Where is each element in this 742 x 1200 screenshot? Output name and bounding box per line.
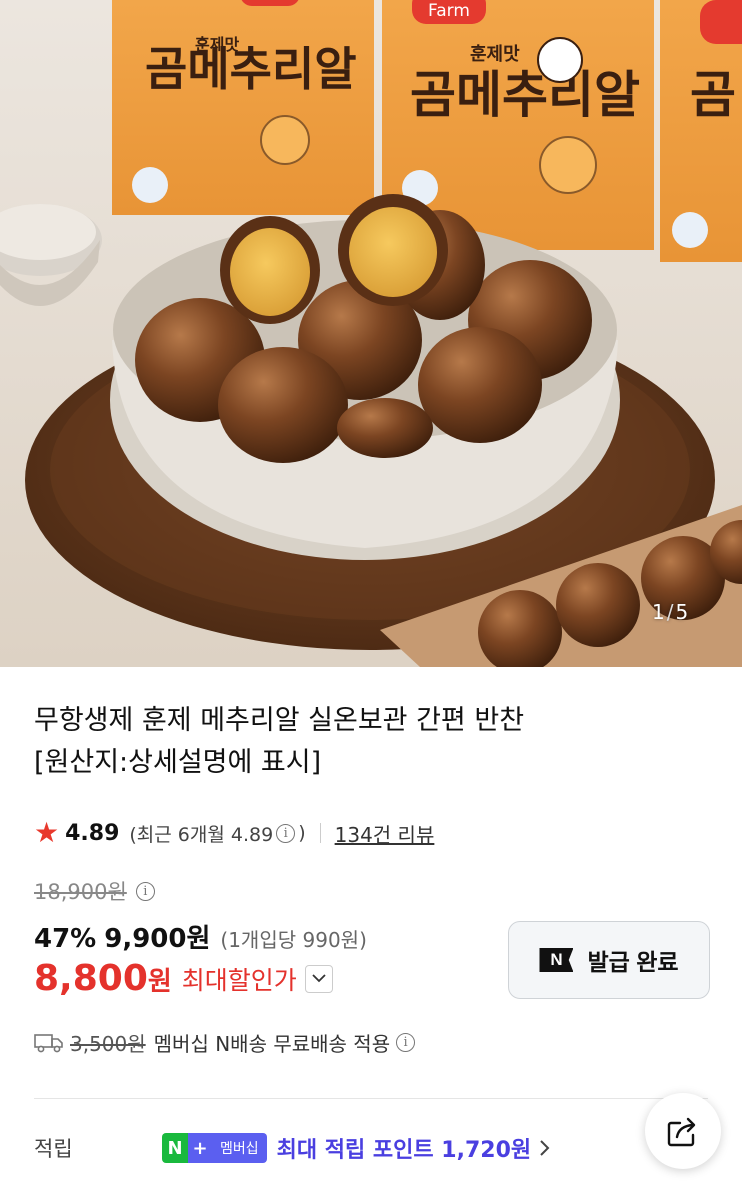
sale-price: 9,900원 xyxy=(104,924,211,954)
coupon-label: 발급 완료 xyxy=(587,949,679,975)
badge-n: N xyxy=(162,1133,188,1163)
naver-n-icon: N xyxy=(539,948,574,972)
star-icon: ★ xyxy=(34,816,60,849)
max-discount-price: 8,800원 xyxy=(34,958,172,999)
max-points-text: 최대 적립 포인트 1,720원 xyxy=(276,1138,532,1163)
page-separator: / xyxy=(666,600,674,624)
rating-row: ★ 4.89 (최근 6개월 4.89 i ) 134건 리뷰 xyxy=(34,815,434,851)
coupon-issued-button[interactable]: N 발급 완료 xyxy=(508,921,710,999)
svg-text:훈제맛: 훈제맛 xyxy=(470,43,520,65)
svg-text:곰: 곰 xyxy=(690,66,736,124)
badge-plus: + xyxy=(188,1133,212,1163)
price-info-icon[interactable]: i xyxy=(135,881,155,901)
chevron-right-icon xyxy=(540,1140,550,1156)
shipping-info-icon[interactable]: i xyxy=(396,1033,416,1052)
share-button[interactable] xyxy=(645,1093,721,1169)
recent-rating: (최근 6개월 4.89 i ) xyxy=(129,820,305,847)
recent-rating-text: (최근 6개월 4.89 xyxy=(129,823,274,846)
original-shipping-fee: 3,500원 xyxy=(70,1032,146,1056)
current-image-index: 1 xyxy=(652,600,665,624)
svg-text:곰메추리알: 곰메추리알 xyxy=(410,66,640,124)
product-title-line1: 무항생제 훈제 메추리알 실온보관 간편 반찬 xyxy=(34,705,525,736)
max-discount-row: 8,800원 최대할인가 xyxy=(34,958,333,999)
section-divider xyxy=(34,1098,708,1099)
chevron-down-icon xyxy=(312,974,326,983)
unit-price: (1개입당 990원) xyxy=(220,928,367,952)
recent-rating-close: ) xyxy=(298,822,306,844)
product-title-line2: [원산지:상세설명에 표시] xyxy=(34,747,322,778)
svg-text:훈제맛: 훈제맛 xyxy=(195,35,239,54)
shipping-text: 멤버십 N배송 무료배송 적용 xyxy=(153,1032,391,1056)
divider xyxy=(319,823,321,843)
expand-discount-button[interactable] xyxy=(304,964,333,993)
original-price-value: 18,900원 xyxy=(34,880,127,904)
truck-icon xyxy=(34,1033,63,1052)
original-price: 18,900원 i xyxy=(34,876,158,906)
max-price-number: 8,800 xyxy=(34,958,148,999)
product-image-carousel[interactable]: 곰메추리알 훈제맛 Farm 곰메추리알 훈제맛 곰 1 / 5 xyxy=(0,0,742,667)
rating-score: 4.89 xyxy=(65,820,120,846)
max-discount-label: 최대할인가 xyxy=(181,965,297,995)
shipping-row: 3,500원 멤버십 N배송 무료배송 적용 i xyxy=(34,1028,418,1057)
badge-membership: 멤버십 xyxy=(212,1133,267,1163)
svg-text:Farm: Farm xyxy=(428,1,470,21)
points-row[interactable]: 적립 N + 멤버십 최대 적립 포인트 1,720원 xyxy=(34,1132,550,1164)
image-page-indicator: 1/5 xyxy=(652,600,688,624)
product-box-3: 곰 xyxy=(660,0,742,262)
discount-rate: 47% xyxy=(34,924,97,954)
review-count-link[interactable]: 134건 리뷰 xyxy=(335,819,435,848)
product-photo: 곰메추리알 훈제맛 Farm 곰메추리알 훈제맛 곰 xyxy=(0,0,742,667)
max-price-unit: 원 xyxy=(147,967,172,997)
sale-price-row: 47% 9,900원 (1개입당 990원) xyxy=(34,918,367,955)
share-icon xyxy=(667,1117,696,1147)
info-icon[interactable]: i xyxy=(276,823,296,843)
svg-text:곰메추리알: 곰메추리알 xyxy=(145,42,357,96)
total-image-count: 5 xyxy=(675,600,689,624)
product-title: 무항생제 훈제 메추리알 실온보관 간편 반찬 [원산지:상세설명에 표시] xyxy=(34,700,714,784)
points-label: 적립 xyxy=(34,1137,73,1161)
product-box-1: 곰메추리알 훈제맛 xyxy=(112,0,374,215)
naver-membership-badge: N + 멤버십 xyxy=(162,1133,267,1163)
